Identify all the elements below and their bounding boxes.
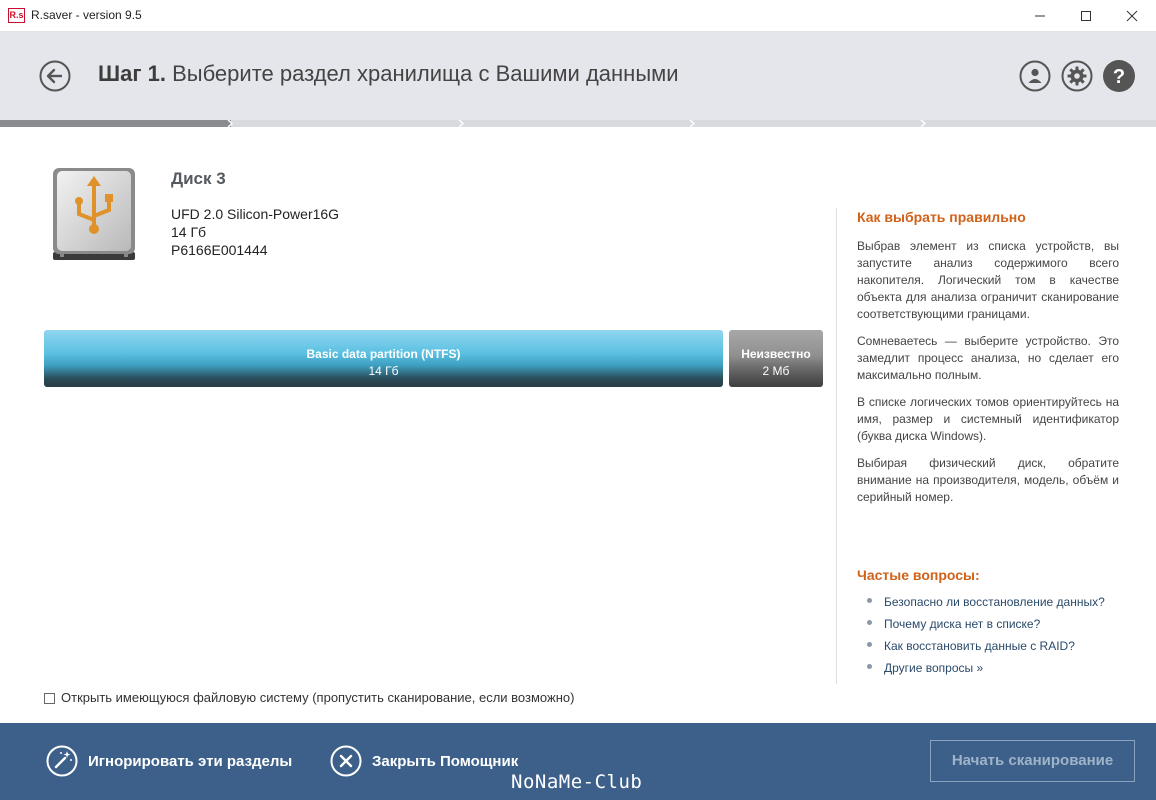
minimize-icon [1035, 15, 1045, 16]
usb-drive-icon [53, 168, 135, 260]
bullet-icon [867, 664, 872, 670]
wizard-header: Шаг 1. Выберите раздел хранилища с Вашим… [0, 32, 1156, 120]
step-separator-icon [689, 120, 696, 127]
maximize-icon [1081, 10, 1091, 21]
panel-divider [836, 208, 837, 684]
partition-unknown[interactable]: Неизвестно 2 Мб [729, 330, 823, 387]
svg-text:?: ? [1113, 66, 1125, 88]
wizard-progress-bar [0, 120, 1156, 127]
faq-link-text[interactable]: Как восстановить данные с RAID? [884, 639, 1075, 653]
close-window-icon [1126, 10, 1138, 21]
ignore-partitions-button[interactable]: Игнорировать эти разделы [88, 753, 292, 770]
open-filesystem-checkbox[interactable] [44, 693, 55, 704]
watermark: NoNaMe-Club [511, 771, 643, 793]
partition-ntfs[interactable]: Basic data partition (NTFS) 14 Гб [44, 330, 723, 387]
minimize-button[interactable] [1017, 0, 1063, 31]
help-paragraph: Выбрав элемент из списка устройств, вы з… [857, 239, 1119, 321]
help-title: Как выбрать правильно [857, 209, 1026, 225]
question-icon[interactable]: ? [1103, 60, 1135, 92]
step-separator-icon [920, 120, 927, 127]
faq-title: Частые вопросы: [857, 567, 980, 583]
partition-name: Неизвестно [741, 347, 811, 361]
magic-wand-icon[interactable] [46, 745, 78, 777]
title-bar: R.s R.saver - version 9.5 [0, 0, 1156, 32]
partition-size: 14 Гб [368, 364, 399, 378]
bullet-icon [867, 642, 872, 648]
partition-name: Basic data partition (NTFS) [306, 347, 461, 361]
close-wizard-button[interactable]: Закрыть Помощник [372, 753, 518, 770]
help-paragraph: Сомневаетесь — выберите устройство. Это … [857, 334, 1119, 382]
user-icon[interactable] [1019, 60, 1051, 92]
step-separator-icon [227, 120, 234, 127]
open-filesystem-label[interactable]: Открыть имеющуюся файловую систему (проп… [61, 690, 574, 705]
step-number: Шаг 1. [98, 61, 166, 86]
app-logo-icon: R.s [8, 8, 25, 23]
close-icon[interactable] [330, 745, 362, 777]
progress-fill [0, 120, 231, 127]
step-separator-icon [458, 120, 465, 127]
faq-link-text[interactable]: Другие вопросы » [884, 661, 983, 675]
bullet-icon [867, 598, 872, 604]
gear-icon[interactable] [1061, 60, 1093, 92]
bullet-icon [867, 620, 872, 626]
disk-model: UFD 2.0 Silicon-Power16G [171, 206, 340, 222]
wizard-footer: Игнорировать эти разделы Закрыть Помощни… [0, 723, 1156, 800]
faq-link-text[interactable]: Почему диска нет в списке? [884, 617, 1040, 631]
window-title: R.saver - version 9.5 [31, 8, 142, 22]
page-title: Шаг 1. Выберите раздел хранилища с Вашим… [98, 61, 679, 87]
start-scan-button[interactable]: Начать сканирование [930, 740, 1135, 782]
maximize-button[interactable] [1063, 0, 1109, 31]
faq-link[interactable]: Как восстановить данные с RAID? [867, 639, 1075, 653]
partition-size: 2 Мб [762, 364, 790, 378]
faq-link[interactable]: Другие вопросы » [867, 661, 983, 675]
disk-name: Диск 3 [171, 169, 226, 188]
faq-link[interactable]: Почему диска нет в списке? [867, 617, 1040, 631]
arrow-left-icon[interactable] [39, 60, 71, 92]
close-window-button[interactable] [1109, 0, 1155, 31]
help-paragraph: В списке логических томов ориентируйтесь… [857, 395, 1119, 443]
disk-size: 14 Гб [171, 224, 207, 240]
faq-link[interactable]: Безопасно ли восстановление данных? [867, 595, 1105, 609]
faq-link-text[interactable]: Безопасно ли восстановление данных? [884, 595, 1105, 609]
step-description: Выберите раздел хранилища с Вашими данны… [172, 61, 679, 86]
help-paragraph: Выбирая физический диск, обратите вниман… [857, 456, 1119, 504]
disk-serial: P6166E001444 [171, 242, 268, 258]
